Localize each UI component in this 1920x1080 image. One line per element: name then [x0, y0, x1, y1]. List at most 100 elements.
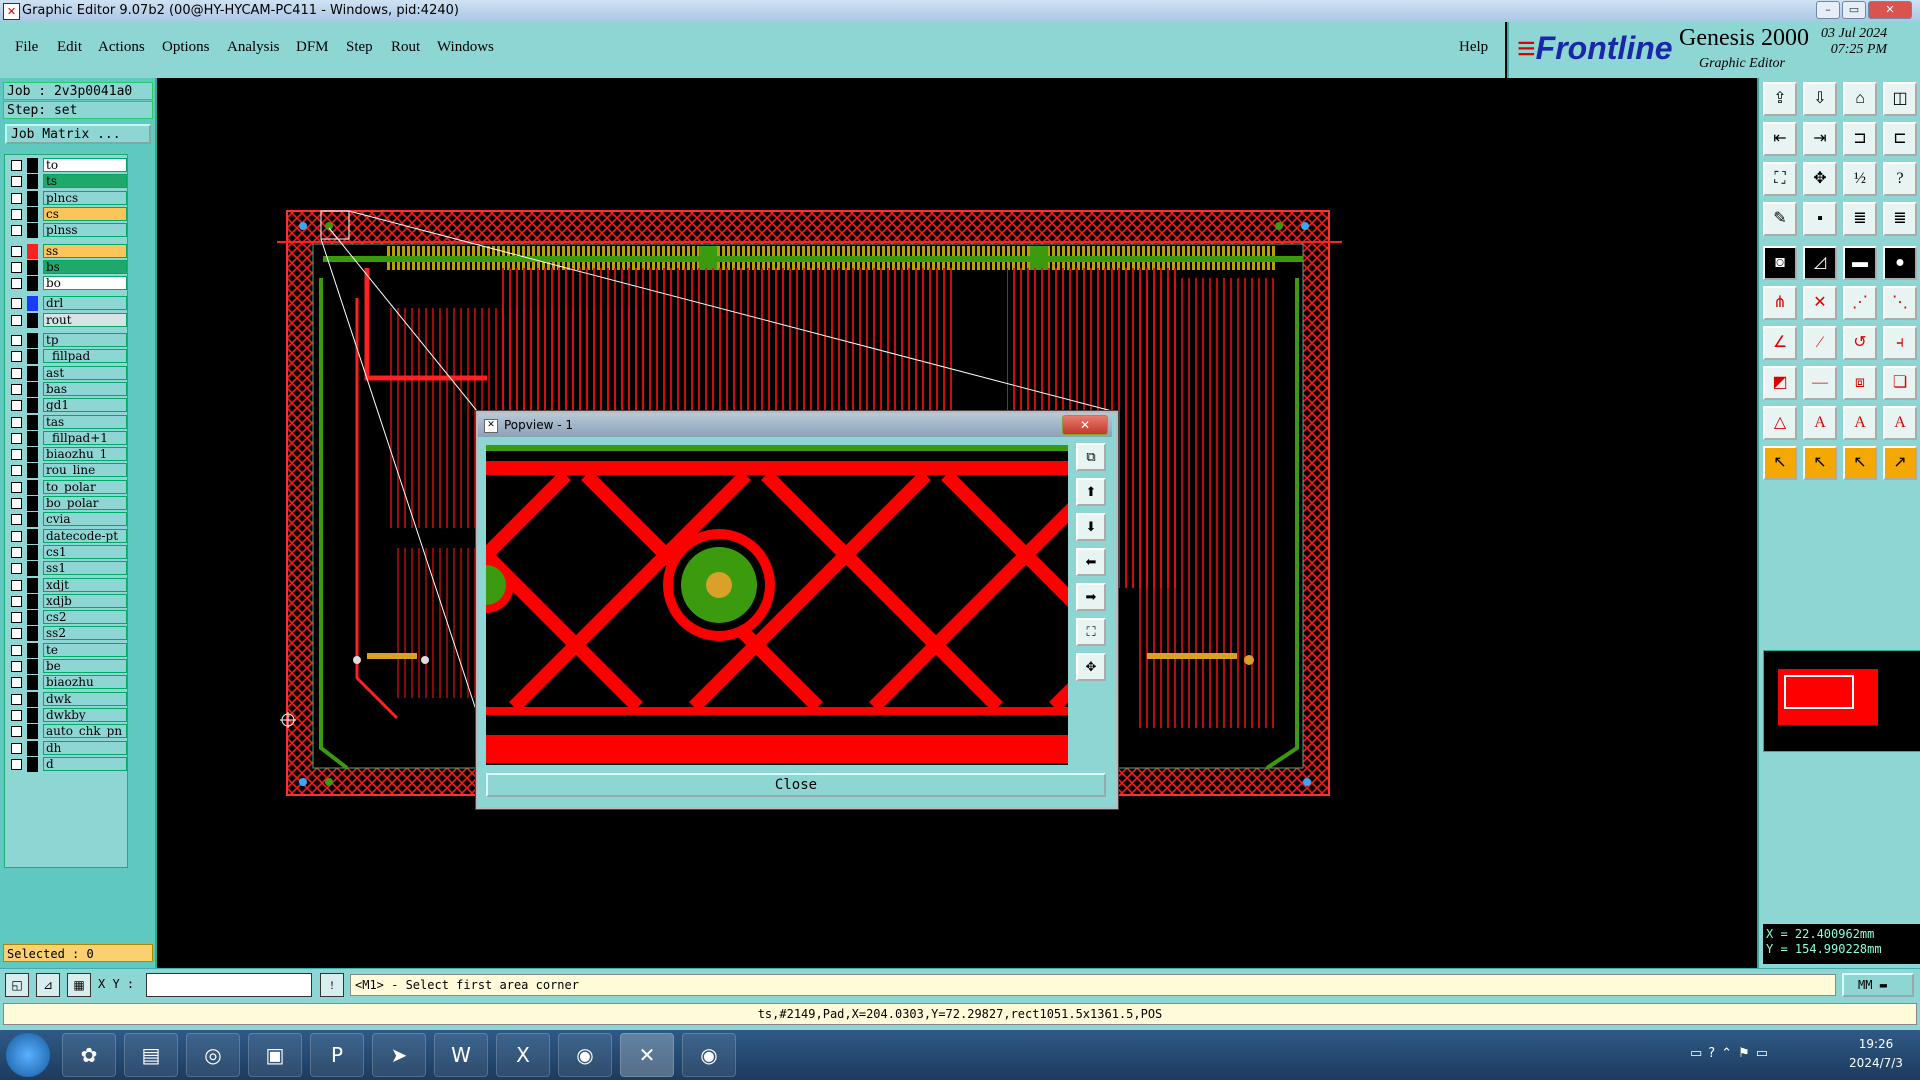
layer-name[interactable]: ts [43, 174, 127, 189]
shape-icon[interactable]: ◩ [1763, 366, 1797, 400]
pointer-box-icon[interactable]: ↖ [1803, 446, 1837, 480]
taskbar-notepad-icon[interactable]: ▤ [124, 1033, 178, 1077]
layer-name[interactable]: biaozhu [43, 675, 127, 690]
layer-name[interactable]: to_polar [43, 479, 127, 494]
taskbar-viewer-icon[interactable]: ◉ [682, 1033, 736, 1077]
menu-actions[interactable]: Actions [98, 39, 145, 56]
layer-name[interactable]: tas [43, 414, 127, 429]
layer-color-swatch[interactable] [27, 691, 38, 707]
layer-color-swatch[interactable] [27, 544, 38, 560]
layer-checkbox[interactable] [11, 261, 22, 273]
layer-row-fillpad-1[interactable]: _fillpad+1 [7, 430, 127, 446]
layer-row-d[interactable]: d [7, 756, 127, 772]
layer-checkbox[interactable] [11, 563, 22, 575]
split-icon[interactable]: ⊏ [1883, 122, 1917, 156]
net-icon[interactable]: ⋔ [1763, 286, 1797, 320]
layer-color-swatch[interactable] [27, 561, 38, 577]
layer-checkbox[interactable] [11, 481, 22, 493]
connect-icon[interactable]: ⋰ [1843, 286, 1877, 320]
layer-color-swatch[interactable] [27, 206, 38, 222]
layer-checkbox[interactable] [11, 726, 22, 738]
layer-name[interactable]: tp [43, 333, 127, 347]
board-overview[interactable] [1763, 650, 1920, 752]
layer-color-swatch[interactable] [27, 724, 38, 740]
taskbar-save-icon[interactable]: ▣ [248, 1033, 302, 1077]
layer-color-swatch[interactable] [27, 659, 38, 674]
taskbar-browser-icon[interactable]: ◎ [186, 1033, 240, 1077]
layer-name[interactable]: d [43, 756, 127, 771]
taskbar-app-shell-icon[interactable]: ✿ [62, 1033, 116, 1077]
ruler-icon[interactable]: ▬ [1843, 246, 1877, 280]
popview-close-x-button[interactable]: ✕ [1062, 415, 1108, 435]
dot-icon[interactable]: ● [1883, 246, 1917, 280]
layer-name[interactable]: to [43, 158, 127, 172]
fit-icon[interactable]: ⛶ [1763, 162, 1797, 196]
layer-checkbox[interactable] [11, 628, 22, 640]
layer-color-swatch[interactable] [27, 158, 38, 173]
menu-help[interactable]: Help [1459, 39, 1488, 56]
help-icon[interactable]: ? [1883, 162, 1917, 196]
layer-checkbox[interactable] [11, 351, 22, 363]
layer-name[interactable]: bs [43, 259, 127, 274]
layer-stack-alt-icon[interactable]: ≣ [1883, 202, 1917, 236]
layer-row-ts[interactable]: ts [7, 174, 127, 190]
layer-color-swatch[interactable] [27, 496, 38, 511]
layer-checkbox[interactable] [11, 579, 22, 591]
a-blue-icon[interactable]: A [1843, 406, 1877, 440]
layer-row-biaozhu[interactable]: biaozhu [7, 675, 127, 691]
layer-color-swatch[interactable] [27, 398, 38, 414]
a-outline-icon[interactable]: A [1883, 406, 1917, 440]
layer-checkbox[interactable] [11, 595, 22, 607]
menu-file[interactable]: File [15, 39, 38, 56]
layer-name[interactable]: xdjt [43, 577, 127, 592]
layer-name[interactable]: ss [43, 243, 127, 258]
popview-zoom-home-icon[interactable]: ⧉ [1076, 443, 1106, 471]
menu-windows[interactable]: Windows [437, 39, 494, 56]
layer-row-cvia[interactable]: cvia [7, 512, 127, 528]
layer-color-swatch[interactable] [27, 259, 38, 275]
layer-list[interactable]: to ts plncs cs plnss ss bs bo drl rout tp _fillpad a… [4, 154, 128, 868]
triangle-icon[interactable]: △ [1763, 406, 1797, 440]
layer-name[interactable]: datecode-pt [43, 528, 127, 543]
layer-name[interactable]: bo [43, 276, 127, 291]
layer-name[interactable]: bas [43, 381, 127, 396]
center-icon[interactable]: ✥ [1803, 162, 1837, 196]
layer-stack-icon[interactable]: ≣ [1843, 202, 1877, 236]
layer-name[interactable]: ss1 [43, 561, 127, 576]
popview-up-icon[interactable]: ⬆ [1076, 478, 1106, 506]
layer-color-swatch[interactable] [27, 190, 38, 206]
layer-checkbox[interactable] [11, 176, 22, 188]
minus-icon[interactable]: — [1803, 366, 1837, 400]
layer-color-swatch[interactable] [27, 463, 38, 479]
layer-name[interactable]: te [43, 642, 127, 657]
taskbar-arrow-icon[interactable]: ➤ [372, 1033, 426, 1077]
layer-checkbox[interactable] [11, 758, 22, 770]
layer-checkbox[interactable] [11, 245, 22, 257]
layer-row-fillpad[interactable]: _fillpad [7, 349, 127, 365]
layer-row-bs[interactable]: bs [7, 259, 127, 275]
layer-row-bo[interactable]: bo [7, 276, 127, 292]
layer-row-cs2[interactable]: cs2 [7, 610, 127, 626]
popview-right-icon[interactable]: ➡ [1076, 583, 1106, 611]
menu-edit[interactable]: Edit [57, 39, 82, 56]
layer-row-rou-line[interactable]: rou_line [7, 463, 127, 479]
measure-icon[interactable]: ⊿ [36, 973, 60, 997]
layer-color-swatch[interactable] [27, 740, 38, 756]
layer-name[interactable]: dh [43, 740, 127, 755]
layer-color-swatch[interactable] [27, 414, 38, 430]
popview-zoom-view[interactable] [329, 445, 1291, 765]
layer-row-te[interactable]: te [7, 642, 127, 658]
layer-row-plnss[interactable]: plnss [7, 223, 127, 239]
scale-1-2-icon[interactable]: ½ [1843, 162, 1877, 196]
layer-checkbox[interactable] [11, 367, 22, 379]
popview-down-icon[interactable]: ⬇ [1076, 513, 1106, 541]
popview-close-button[interactable]: Close [486, 773, 1106, 797]
grid-icon[interactable]: ▦ [67, 973, 91, 997]
xy-input[interactable] [146, 973, 312, 997]
info-icon[interactable]: ! [320, 973, 344, 997]
layer-color-swatch[interactable] [27, 276, 38, 292]
layer-checkbox[interactable] [11, 644, 22, 656]
layer-checkbox[interactable] [11, 449, 22, 461]
layer-checkbox[interactable] [11, 677, 22, 689]
layer-name[interactable]: rout [43, 312, 127, 327]
